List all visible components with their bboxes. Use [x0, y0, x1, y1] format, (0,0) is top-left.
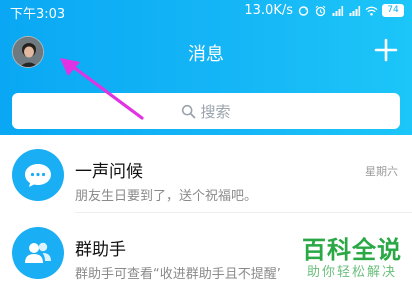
sync-icon: [298, 5, 309, 16]
signal-icon: [332, 5, 344, 16]
search-icon: [182, 104, 196, 118]
signal-icon: [349, 5, 361, 16]
status-bar: 下午3:03 13.0K/s 74: [0, 0, 412, 22]
conversation-title: 群助手: [75, 240, 126, 260]
status-time: 下午3:03: [10, 7, 66, 22]
conversation-preview: 朋友生日要到了，送个祝福吧。: [75, 189, 258, 204]
status-icons: 74: [297, 4, 404, 17]
plus-icon[interactable]: [374, 38, 398, 62]
annotation-arrow-icon: [60, 58, 144, 120]
battery-icon: 74: [382, 4, 404, 17]
status-right: 13.0K/s 74: [244, 3, 404, 18]
list-item[interactable]: 一声问候 朋友生日要到了，送个祝福吧。 星期六: [0, 135, 412, 213]
network-speed: 13.0K/s: [244, 3, 293, 18]
chat-bubble-icon: [12, 149, 64, 201]
conversation-title: 一声问候: [75, 162, 143, 182]
watermark-sub: 助你轻松解决: [306, 265, 397, 280]
conversation-time: 星期六: [365, 165, 398, 178]
group-users-icon: [12, 227, 64, 279]
alarm-icon: [315, 5, 326, 16]
wifi-icon: [365, 6, 378, 16]
watermark-main: 百科全说: [302, 236, 402, 264]
conversation-preview: 群助手可查看“收进群助手且不提醒”的群消息: [75, 267, 280, 282]
search-placeholder: 搜索: [200, 102, 231, 121]
watermark-logo: 百科全说 助你轻松解决: [302, 236, 402, 282]
